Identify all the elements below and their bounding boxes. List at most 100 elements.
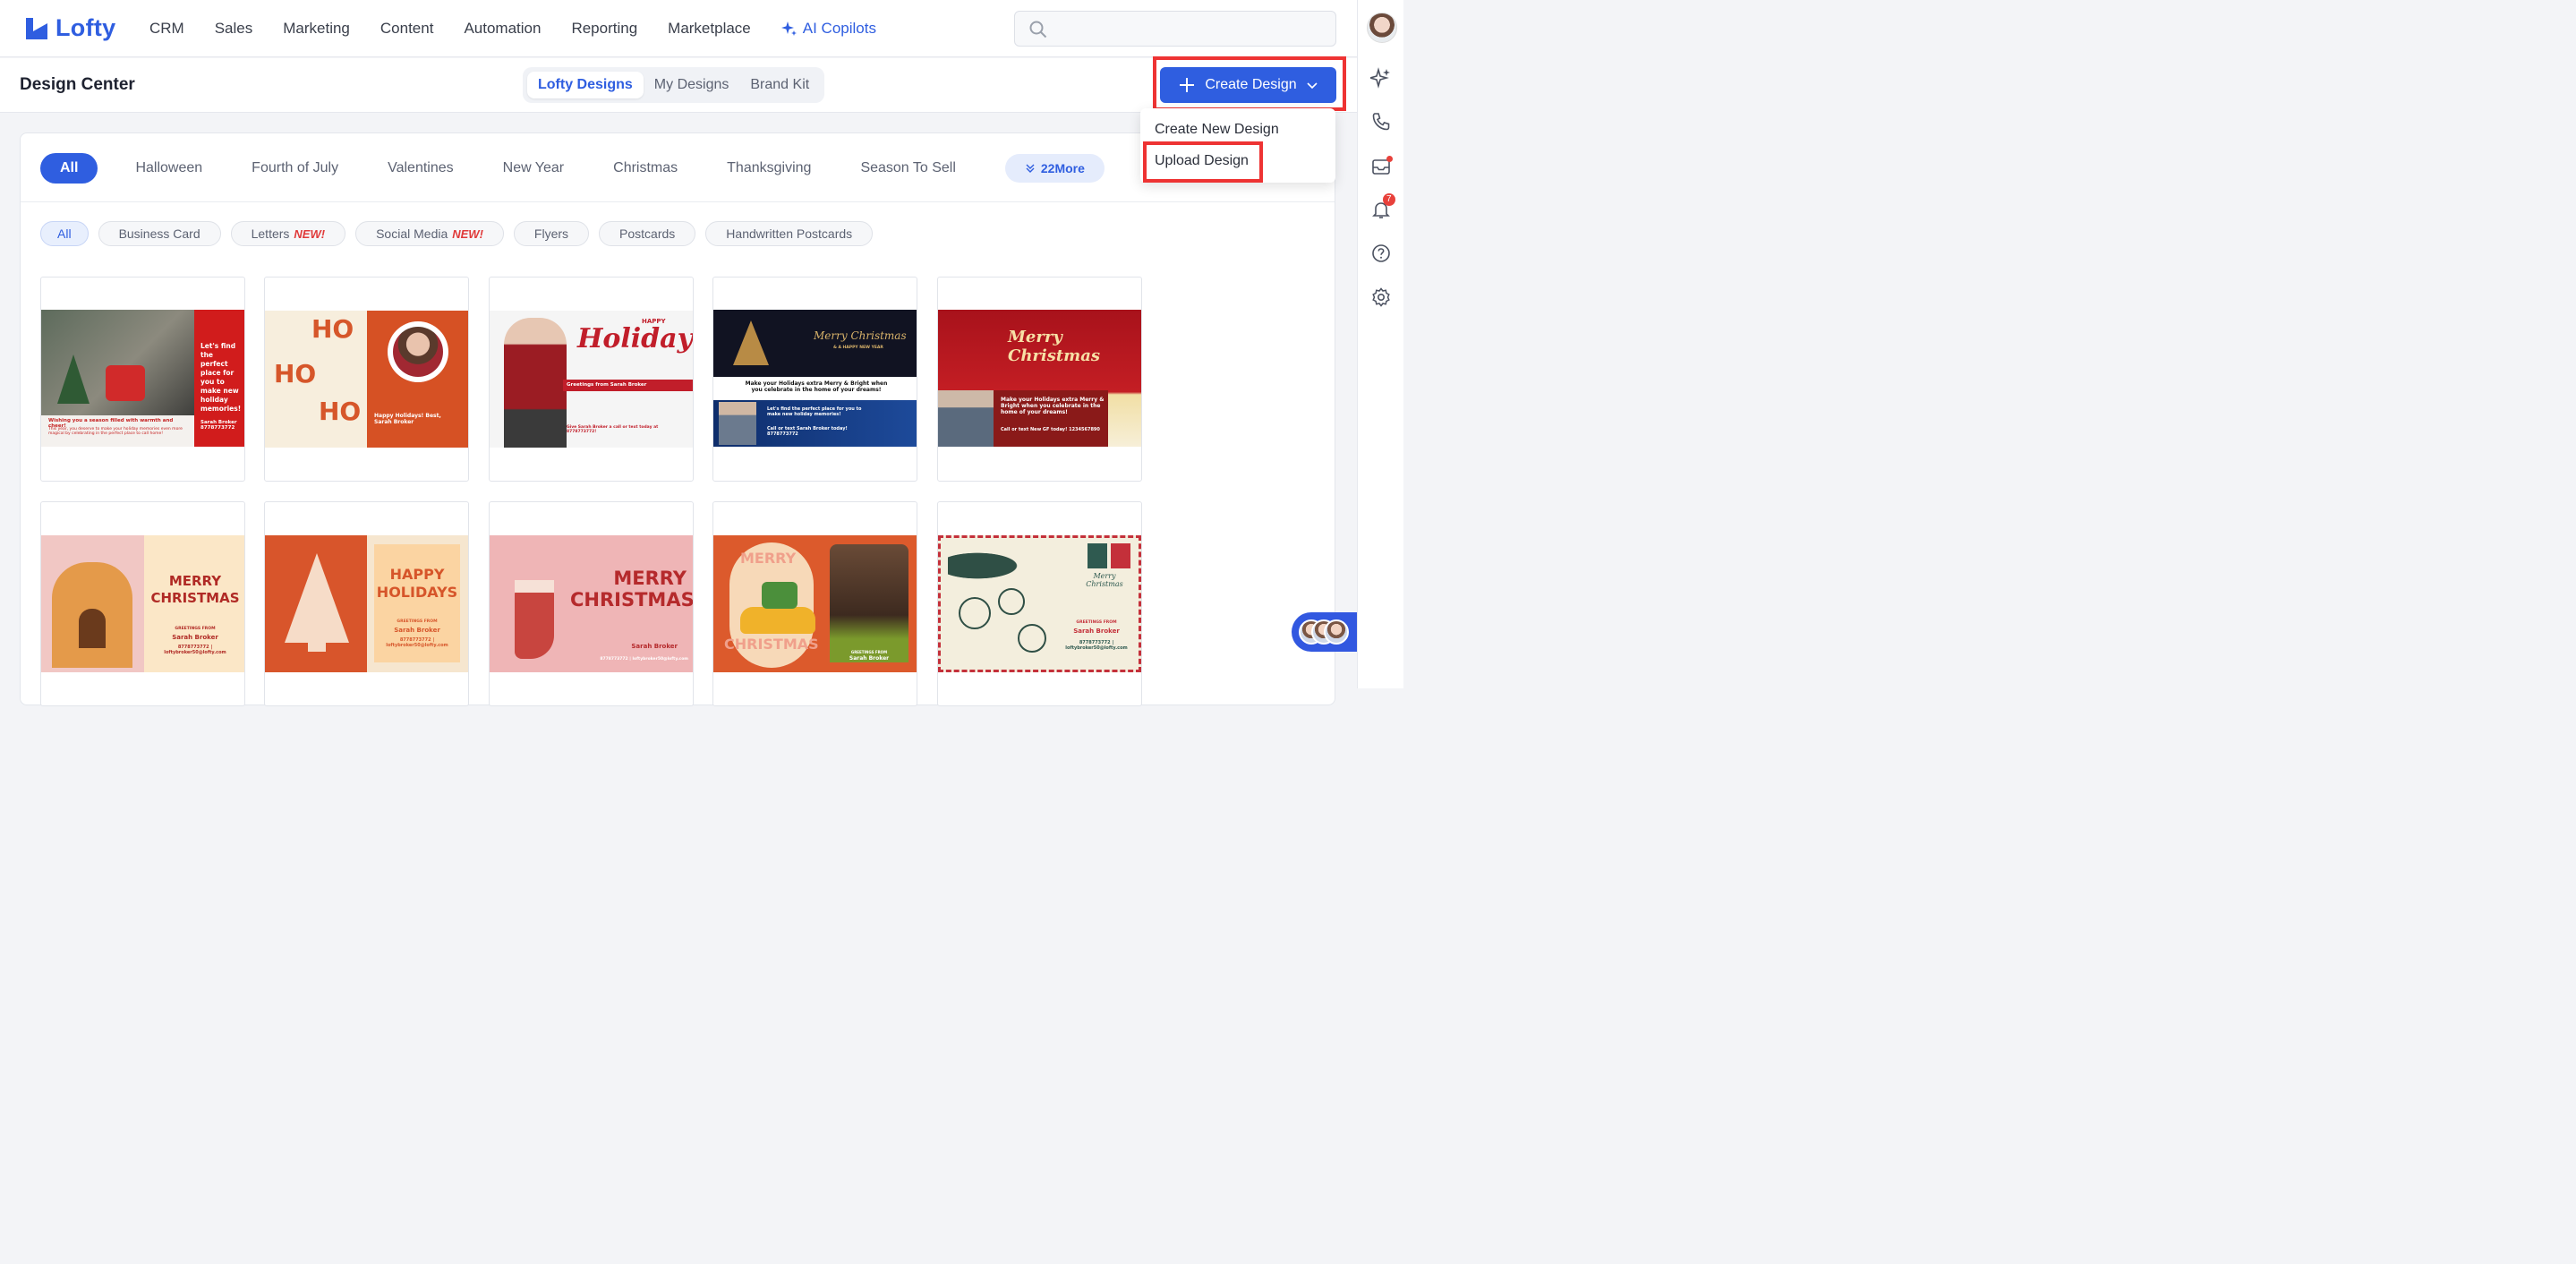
- nav-crm[interactable]: CRM: [149, 20, 184, 38]
- top-navigation: Lofty CRM Sales Marketing Content Automa…: [0, 0, 1357, 57]
- design-thumbnail: HO HO HO Happy Holidays! Best, Sarah Bro…: [265, 311, 468, 448]
- nav-automation[interactable]: Automation: [464, 20, 541, 38]
- chat-launcher[interactable]: [1292, 612, 1357, 652]
- card-body: This year, you deserve to make your holi…: [48, 427, 183, 436]
- type-letters[interactable]: Letters NEW!: [230, 221, 346, 246]
- search-input[interactable]: [1014, 11, 1336, 47]
- menu-create-new-design[interactable]: Create New Design: [1155, 122, 1279, 138]
- type-business-card-label: Business Card: [118, 226, 200, 241]
- nav-marketplace[interactable]: Marketplace: [668, 20, 751, 38]
- design-card[interactable]: Let's find the perfect place for you to …: [40, 277, 245, 482]
- category-filter: All Halloween Fourth of July Valentines …: [40, 153, 1105, 184]
- card-subtitle: & A HAPPY NEW YEAR: [833, 346, 883, 350]
- design-card[interactable]: Merry Christmas GREETINGS FROM Sarah Bro…: [937, 501, 1142, 706]
- design-card[interactable]: MERRY CHRISTMAS GREETINGS FROM Sarah Bro…: [712, 501, 917, 706]
- category-fourth-of-july[interactable]: Fourth of July: [252, 160, 338, 176]
- avatar: [1324, 619, 1349, 645]
- card-cta: Give Sarah Broker a call or text today a…: [567, 425, 659, 434]
- design-card[interactable]: MERRY CHRISTMAS GREETINGS FROM Sarah Bro…: [40, 501, 245, 706]
- card-greeting: GREETINGS FROM: [175, 627, 216, 631]
- chevron-down-icon: [1307, 82, 1318, 90]
- category-season-to-sell[interactable]: Season To Sell: [860, 160, 955, 176]
- lofty-logo[interactable]: Lofty: [23, 14, 115, 42]
- card-contact: Call or text Sarah Broker today! 8778773…: [767, 426, 848, 437]
- design-thumbnail: MERRY CHRISTMAS Sarah Broker 8778773772 …: [490, 535, 693, 672]
- design-thumbnail: Let's find the perfect place for you to …: [41, 310, 244, 447]
- type-business-card[interactable]: Business Card: [98, 221, 221, 246]
- type-letters-label: Letters: [251, 226, 290, 241]
- inbox-unread-dot: [1386, 156, 1393, 162]
- card-ho-2: HO: [274, 359, 317, 389]
- tab-lofty-designs[interactable]: Lofty Designs: [527, 72, 644, 98]
- card-script-title: Merry Christmas: [814, 329, 907, 342]
- more-categories-label: 22More: [1040, 161, 1085, 175]
- category-all[interactable]: All: [40, 153, 98, 184]
- gear-icon[interactable]: [1370, 286, 1392, 308]
- design-card[interactable]: HAPPY HOLIDAYS GREETINGS FROM Sarah Brok…: [264, 501, 469, 706]
- type-handwritten-postcards-label: Handwritten Postcards: [726, 226, 853, 241]
- lofty-logo-icon: [26, 17, 47, 39]
- design-card[interactable]: MERRY CHRISTMAS Sarah Broker 8778773772 …: [489, 501, 694, 706]
- card-ho-1: HO: [311, 314, 354, 344]
- card-signature: Sarah Broker 8778773772: [200, 420, 237, 431]
- design-card[interactable]: Merry Christmas & A HAPPY NEW YEAR Make …: [712, 277, 917, 482]
- design-card[interactable]: Merry Christmas Make your Holidays extra…: [937, 277, 1142, 482]
- nav-content[interactable]: Content: [380, 20, 434, 38]
- notification-badge: 7: [1383, 193, 1395, 206]
- type-postcards[interactable]: Postcards: [599, 221, 696, 246]
- category-halloween[interactable]: Halloween: [135, 160, 202, 176]
- card-contact: 8778773772 | loftybroker50@lofty.com: [164, 645, 226, 655]
- category-christmas[interactable]: Christmas: [613, 160, 678, 176]
- double-chevron-down-icon: [1026, 164, 1035, 173]
- design-card[interactable]: HAPPY Holidays Greetings from Sarah Brok…: [489, 277, 694, 482]
- phone-icon[interactable]: [1370, 111, 1392, 132]
- card-title-bottom: CHRISTMAS: [724, 636, 819, 653]
- category-valentines[interactable]: Valentines: [388, 160, 454, 176]
- design-thumbnail: MERRY CHRISTMAS GREETINGS FROM Sarah Bro…: [41, 535, 244, 672]
- right-rail: 7: [1357, 0, 1403, 688]
- upload-design-highlight: [1143, 141, 1263, 183]
- card-band-text: Greetings from Sarah Broker: [567, 382, 647, 388]
- design-thumbnail: Merry Christmas Make your Holidays extra…: [938, 310, 1141, 447]
- create-design-button[interactable]: Create Design: [1160, 67, 1336, 103]
- nav-marketing[interactable]: Marketing: [283, 20, 350, 38]
- card-title: MERRY CHRISTMAS: [150, 573, 240, 606]
- type-handwritten-postcards[interactable]: Handwritten Postcards: [705, 221, 874, 246]
- card-headline: Make your Holidays extra Merry & Bright …: [1001, 397, 1105, 415]
- more-categories-button[interactable]: 22More: [1004, 154, 1105, 183]
- design-source-tabs: Lofty Designs My Designs Brand Kit: [523, 67, 825, 103]
- design-thumbnail: MERRY CHRISTMAS GREETINGS FROM Sarah Bro…: [713, 535, 917, 672]
- type-flyers[interactable]: Flyers: [513, 221, 590, 246]
- card-script-title: Merry Christmas: [1086, 572, 1123, 588]
- type-social-media[interactable]: Social Media NEW!: [355, 221, 504, 246]
- sparkle-icon[interactable]: [1370, 67, 1392, 89]
- card-title: HAPPY HOLIDAYS: [376, 566, 458, 601]
- page-title: Design Center: [20, 75, 135, 94]
- card-title: MERRY CHRISTMAS: [570, 568, 693, 611]
- main-nav: CRM Sales Marketing Content Automation R…: [149, 0, 907, 57]
- card-title-top: MERRY: [740, 550, 797, 567]
- new-badge: NEW!: [294, 226, 326, 241]
- type-flyers-label: Flyers: [533, 226, 569, 241]
- card-headline: Make your Holidays extra Merry & Bright …: [745, 380, 888, 393]
- tab-my-designs[interactable]: My Designs: [644, 72, 740, 98]
- card-contact: 8778773772 | loftybroker50@lofty.com: [386, 637, 448, 648]
- nav-reporting[interactable]: Reporting: [571, 20, 637, 38]
- card-message: Happy Holidays! Best, Sarah Broker: [374, 413, 441, 425]
- nav-ai-copilots[interactable]: AI Copilots: [780, 20, 876, 38]
- new-badge: NEW!: [452, 226, 483, 241]
- type-all[interactable]: All: [40, 221, 89, 246]
- design-thumbnail: HAPPY Holidays Greetings from Sarah Brok…: [490, 311, 693, 448]
- tab-brand-kit[interactable]: Brand Kit: [739, 72, 820, 98]
- avatar[interactable]: [1367, 13, 1397, 43]
- design-card[interactable]: HO HO HO Happy Holidays! Best, Sarah Bro…: [264, 277, 469, 482]
- nav-sales[interactable]: Sales: [215, 20, 253, 38]
- card-name: Sarah Broker: [849, 655, 890, 662]
- category-thanksgiving[interactable]: Thanksgiving: [727, 160, 811, 176]
- help-icon[interactable]: [1370, 243, 1392, 264]
- card-name: Sarah Broker: [394, 627, 440, 634]
- card-body: Let's find the perfect place for you to …: [767, 406, 862, 417]
- category-new-year[interactable]: New Year: [503, 160, 565, 176]
- nav-ai-copilots-label: AI Copilots: [802, 20, 876, 37]
- card-name: Sarah Broker: [1073, 628, 1120, 635]
